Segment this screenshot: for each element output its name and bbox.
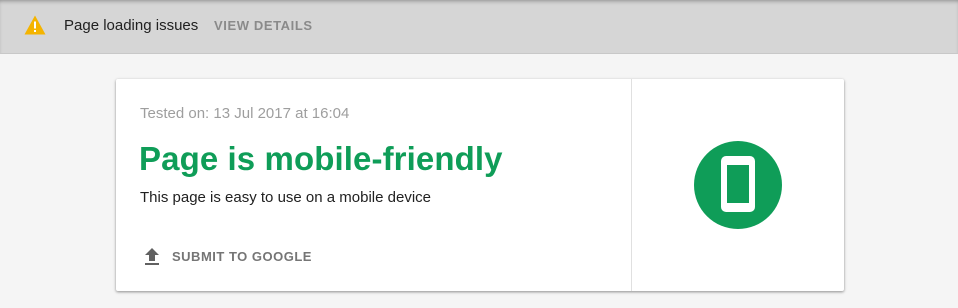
warning-message: Page loading issues: [64, 17, 199, 34]
warning-bar: Page loading issues VIEW DETAILS: [0, 0, 958, 54]
view-details-button[interactable]: VIEW DETAILS: [214, 18, 313, 34]
warning-icon: [24, 15, 46, 35]
submit-to-google-button[interactable]: SUBMIT TO GOOGLE: [140, 245, 312, 269]
result-card: Tested on: 13 Jul 2017 at 16:04 Page is …: [116, 79, 844, 291]
result-title: Page is mobile-friendly: [139, 140, 503, 177]
mobile-phone-icon: [694, 141, 782, 229]
result-description: This page is easy to use on a mobile dev…: [140, 189, 431, 206]
card-divider: [631, 79, 632, 291]
tested-on-timestamp: Tested on: 13 Jul 2017 at 16:04: [140, 105, 350, 122]
submit-to-google-label: SUBMIT TO GOOGLE: [172, 249, 312, 264]
upload-icon: [145, 248, 159, 265]
